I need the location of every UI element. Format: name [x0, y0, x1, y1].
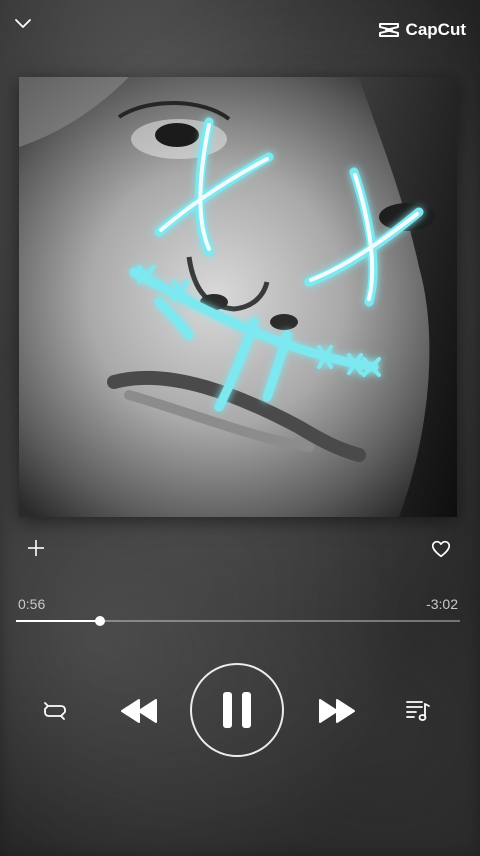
repeat-icon[interactable]	[40, 696, 70, 726]
progress-fill	[16, 620, 101, 622]
progress-slider[interactable]	[16, 616, 460, 626]
track-actions	[0, 536, 480, 562]
heart-outline-icon[interactable]	[430, 538, 452, 560]
elapsed-time: 0:56	[18, 596, 46, 612]
playback-controls	[0, 662, 480, 758]
rewind-icon[interactable]	[118, 694, 160, 728]
pause-icon[interactable]	[190, 663, 284, 757]
watermark-text: CapCut	[405, 20, 466, 39]
fast-forward-icon[interactable]	[316, 694, 358, 728]
album-artwork	[19, 77, 457, 517]
music-player-screen: CapCut 0:56 -3:02	[0, 0, 480, 856]
plus-icon[interactable]	[24, 536, 48, 560]
chevron-down-icon[interactable]	[12, 12, 34, 34]
playlist-queue-icon[interactable]	[403, 695, 433, 725]
capcut-watermark: CapCut	[378, 20, 466, 40]
remaining-time: -3:02	[426, 596, 458, 612]
capcut-logo-icon	[378, 20, 402, 40]
